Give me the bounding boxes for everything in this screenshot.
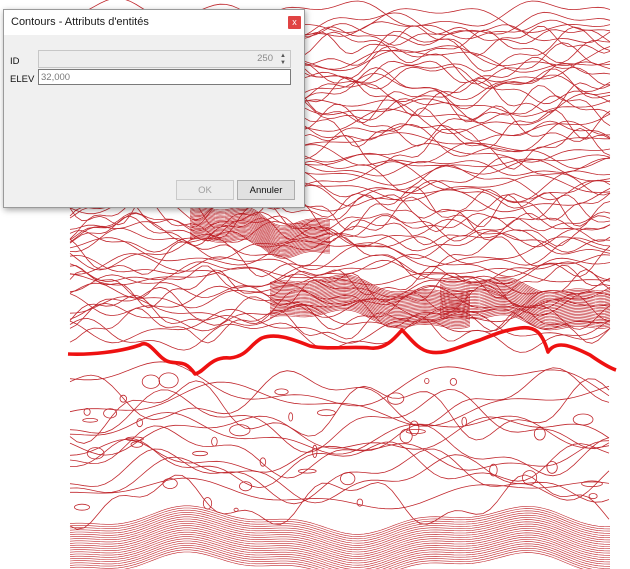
close-icon: x bbox=[292, 17, 297, 27]
spin-up-icon: ▲ bbox=[280, 52, 286, 59]
id-spinner: ▲ ▼ bbox=[277, 52, 289, 66]
cancel-button[interactable]: Annuler bbox=[237, 180, 295, 200]
elev-label: ELEV bbox=[10, 74, 35, 85]
feature-attributes-dialog: Contours - Attributs d'entités x ID 250 … bbox=[3, 9, 305, 208]
close-button[interactable]: x bbox=[288, 16, 301, 29]
ok-button[interactable]: OK bbox=[176, 180, 234, 200]
id-value: 250 bbox=[257, 53, 273, 64]
dialog-titlebar[interactable]: Contours - Attributs d'entités x bbox=[4, 10, 304, 35]
spin-down-icon: ▼ bbox=[280, 59, 286, 66]
dialog-title: Contours - Attributs d'entités bbox=[11, 16, 149, 28]
id-label: ID bbox=[10, 56, 20, 67]
elev-input[interactable] bbox=[38, 69, 291, 85]
id-field: 250 ▲ ▼ bbox=[38, 50, 291, 68]
